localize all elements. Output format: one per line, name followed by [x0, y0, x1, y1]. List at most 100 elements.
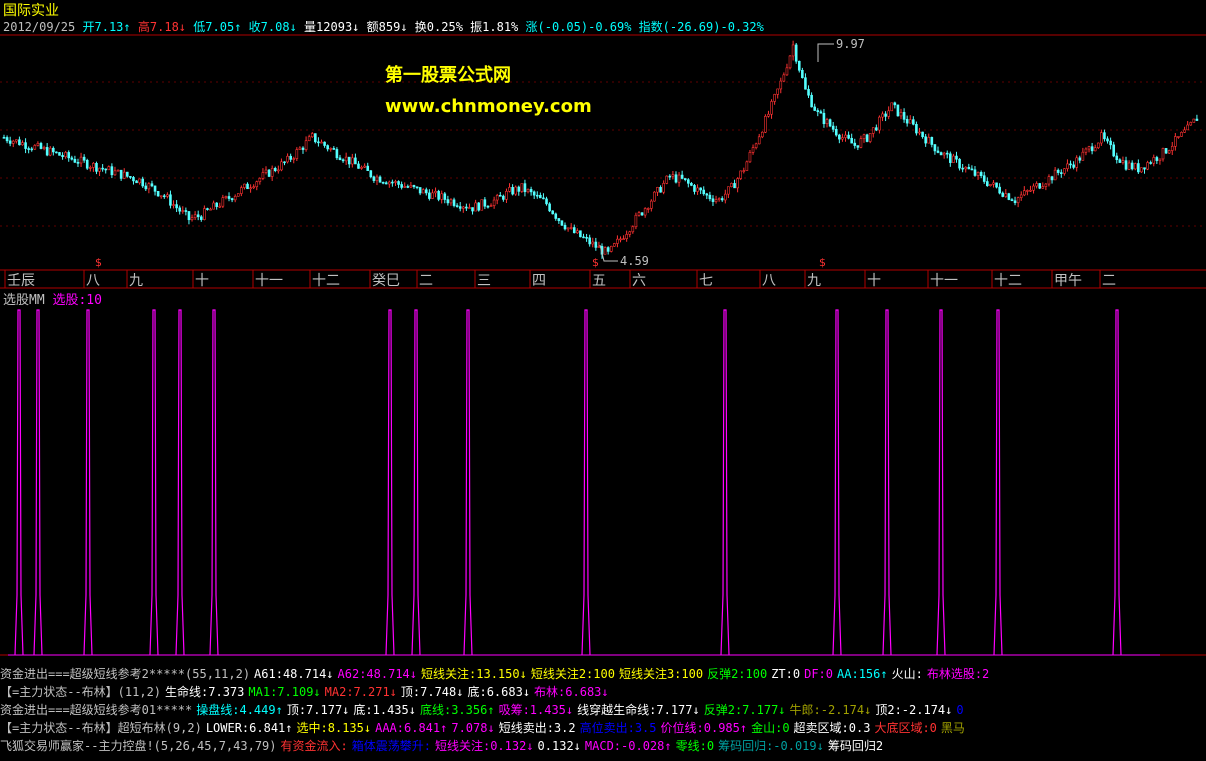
- formula-segment: LOWER:6.841↑: [205, 721, 293, 735]
- close-label: 收: [248, 20, 261, 34]
- candle-body: [76, 162, 80, 164]
- candle-body: [292, 158, 296, 160]
- candle-body: [270, 167, 274, 177]
- candle-body: [939, 152, 943, 156]
- candle-body: [384, 182, 388, 185]
- candle-body: [856, 145, 860, 148]
- candle-body: [989, 183, 992, 187]
- candle-body: [554, 213, 558, 219]
- candle-body: [779, 80, 783, 90]
- candle-body: [908, 119, 912, 124]
- formula-line-4: 【=主力状态--布林】超短布林(9,2) LOWER:6.841↑ 选中:8.135…: [0, 719, 969, 737]
- watermark-title: 第一股票公式网: [385, 65, 511, 86]
- candle-body: [169, 194, 172, 206]
- candle-body: [514, 186, 517, 195]
- candle-body: [1022, 190, 1026, 196]
- formula-segment: 价位线:0.985↑: [660, 721, 748, 735]
- max-price-leader: [817, 43, 834, 62]
- indicator-header: 选股MM 选股:10: [3, 289, 102, 308]
- candle-body: [1069, 163, 1072, 166]
- quote-header: 2012/09/25 开7.13↑ 高7.18↓ 低7.05↑ 收7.08↓ 量…: [3, 20, 764, 34]
- indicator-value: 选股:10: [52, 293, 102, 308]
- candle-body: [301, 147, 305, 150]
- open-label: 开: [82, 20, 95, 34]
- formula-segment: 线穿越生命线:7.177↓: [577, 703, 700, 717]
- candle-body: [1090, 146, 1094, 152]
- formula-segment: 短线关注:0.132↓: [434, 739, 534, 753]
- candle-body: [551, 210, 554, 215]
- signal-spike: [209, 309, 219, 656]
- candle-body: [622, 238, 625, 240]
- formula-segment: DF:0: [804, 667, 834, 681]
- candle-body: [320, 141, 323, 144]
- candle-body: [394, 181, 397, 183]
- candle-body: [841, 137, 844, 140]
- candle-body: [1081, 151, 1085, 161]
- candle-body: [73, 158, 77, 163]
- candle-body: [1127, 162, 1131, 170]
- candle-body: [338, 157, 342, 161]
- formula-segment: 飞狐交易师赢家--主力控盘!(5,26,45,7,43,79): [0, 739, 277, 753]
- candle-body: [742, 170, 746, 172]
- candle-body: [560, 220, 564, 226]
- candle-body: [335, 149, 339, 159]
- formula-segment: A62:48.714↓: [337, 667, 418, 681]
- time-axis-label: 九: [129, 273, 143, 289]
- candle-body: [542, 197, 545, 200]
- watermark-url: www.chnmoney.com: [385, 96, 592, 117]
- candle-body: [1004, 193, 1008, 197]
- candle-body: [455, 205, 459, 207]
- formula-line-3: 资金进出===超级短线参考01***** 操盘线:4.449↑ 顶:7.177↓ 底:…: [0, 701, 968, 719]
- candle-body: [1072, 164, 1075, 168]
- candle-body: [5, 137, 9, 142]
- candle-body: [776, 88, 780, 95]
- candle-body: [33, 145, 37, 150]
- candle-body: [344, 156, 348, 162]
- candle-body: [958, 158, 961, 169]
- candle-body: [240, 187, 243, 194]
- candle-body: [196, 214, 200, 218]
- dollar-marker: $: [819, 256, 826, 269]
- candle-body: [181, 210, 185, 212]
- candle-body: [1084, 148, 1088, 153]
- candle-body: [973, 169, 977, 176]
- candle-body: [751, 147, 755, 153]
- candle-body: [388, 181, 391, 185]
- candle-body: [1059, 172, 1063, 174]
- formula-segment: 0.132↓: [537, 739, 581, 753]
- candle-body: [190, 217, 194, 221]
- candle-body: [1016, 197, 1020, 204]
- candle-body: [1087, 146, 1091, 150]
- candle-body: [970, 168, 974, 171]
- candle-body: [486, 205, 490, 208]
- candle-body: [927, 137, 931, 144]
- candle-body: [1164, 148, 1168, 154]
- formula-segment: 短线关注:13.150↓: [421, 667, 527, 681]
- candle-body: [397, 181, 400, 185]
- formula-segment: 牛郎:-2.174↓: [789, 703, 872, 717]
- candle-body: [1109, 140, 1112, 146]
- signal-spike: [175, 309, 185, 656]
- candle-body: [850, 137, 853, 144]
- candle-body: [261, 172, 265, 179]
- candle-body: [905, 119, 909, 124]
- candle-body: [653, 191, 656, 202]
- candle-body: [557, 218, 561, 222]
- time-axis-label: 二: [1102, 273, 1116, 289]
- candle-body: [545, 198, 548, 205]
- candle-body: [1189, 122, 1193, 126]
- candle-body: [347, 156, 351, 165]
- candle-body: [875, 127, 878, 131]
- candle-body: [147, 183, 151, 190]
- stock-chart[interactable]: 壬辰八九十十一 十二 癸巳二三四五六七八九十十一 十二 甲午二 9.97 4.59 $ …: [0, 0, 1206, 761]
- candle-body: [979, 172, 983, 177]
- candle-body: [717, 198, 721, 200]
- candle-body: [277, 169, 280, 172]
- candle-body: [172, 204, 175, 206]
- signal-spike: [83, 309, 93, 656]
- low-label: 低: [193, 20, 206, 34]
- candle-body: [942, 152, 946, 156]
- candle-body: [483, 199, 487, 207]
- candle-body: [813, 106, 816, 111]
- candle-body: [1053, 169, 1057, 181]
